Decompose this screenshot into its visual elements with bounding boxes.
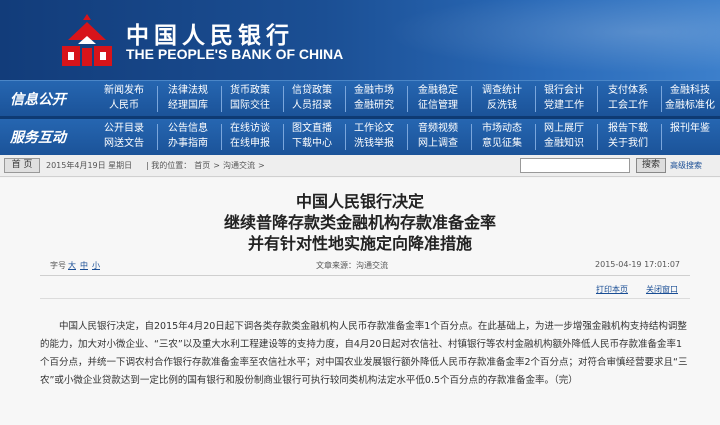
font-size-label: 字号: [50, 261, 66, 270]
nav-link[interactable]: 公开目录: [92, 121, 156, 136]
nav-link[interactable]: 意见征集: [470, 136, 534, 151]
current-date: 2015年4月19日 星期日: [46, 161, 133, 170]
content-divider: [40, 298, 690, 299]
nav-link[interactable]: 新闻发布: [92, 83, 156, 98]
nav-column: 金融市场 金融研究: [342, 83, 408, 113]
nav-column: 图文直播 下载中心: [280, 121, 346, 151]
nav-link[interactable]: 网上展厅: [532, 121, 596, 136]
nav-column: 公告信息 办事指南: [156, 121, 222, 151]
bank-name-cn: 中国人民银行: [126, 22, 294, 49]
nav-link[interactable]: 人民币: [92, 98, 156, 113]
nav-link[interactable]: 办事指南: [156, 136, 220, 151]
nav-link[interactable]: 网上调查: [406, 136, 470, 151]
publish-time: 2015-04-19 17:01:07: [595, 260, 680, 269]
nav-link[interactable]: 在线申报: [218, 136, 282, 151]
nav-column: 信贷政策 人员招录: [280, 83, 346, 113]
nav-link[interactable]: 党建工作: [532, 98, 596, 113]
font-size-medium-link[interactable]: 中: [80, 260, 88, 271]
font-size-small-link[interactable]: 小: [92, 260, 100, 271]
nav-column: 金融科技 金融标准化: [658, 83, 720, 113]
nav-column: 报刊年鉴: [658, 121, 720, 136]
nav-link[interactable]: 经理国库: [156, 98, 220, 113]
nav-link[interactable]: 图文直播: [280, 121, 344, 136]
nav-column: 金融稳定 征信管理: [406, 83, 472, 113]
nav-column: 工作论文 洗钱举报: [342, 121, 408, 151]
nav-link[interactable]: 调查统计: [470, 83, 534, 98]
breadcrumb: | 我的位置： 首页 > 沟通交流 >: [146, 160, 268, 171]
search-button[interactable]: 搜索: [636, 158, 666, 173]
bank-name-en: THE PEOPLE'S BANK OF CHINA: [126, 46, 344, 62]
nav-column: 银行会计 党建工作: [532, 83, 598, 113]
nav-link[interactable]: 金融知识: [532, 136, 596, 151]
nav-link[interactable]: 工作论文: [342, 121, 406, 136]
nav-link[interactable]: 国际交往: [218, 98, 282, 113]
article: 中国人民银行决定 继续普降存款类金融机构存款准备金率 并有针对性地实施定向降准措…: [0, 178, 720, 425]
nav-link[interactable]: 网送文告: [92, 136, 156, 151]
nav-link[interactable]: 金融稳定: [406, 83, 470, 98]
breadcrumb-home[interactable]: 首页: [194, 161, 210, 170]
nav-link[interactable]: 金融科技: [658, 83, 720, 98]
nav-column: 新闻发布 人民币: [92, 83, 158, 113]
breadcrumb-prefix: | 我的位置：: [146, 161, 192, 170]
header-banner: 中国人民银行 THE PEOPLE'S BANK OF CHINA: [0, 0, 720, 80]
breadcrumb-section[interactable]: 沟通交流: [223, 161, 255, 170]
nav-link[interactable]: 金融市场: [342, 83, 406, 98]
nav-link[interactable]: 货币政策: [218, 83, 282, 98]
nav-column: 在线访谈 在线申报: [218, 121, 284, 151]
nav-column: 音频视频 网上调查: [406, 121, 472, 151]
meta-divider: [40, 275, 690, 276]
nav-column: 市场动态 意见征集: [470, 121, 536, 151]
pboc-logo-icon[interactable]: [58, 12, 116, 70]
font-size-large-link[interactable]: 大: [68, 260, 76, 271]
nav-link[interactable]: 支付体系: [596, 83, 660, 98]
nav-column: 调查统计 反洗钱: [470, 83, 536, 113]
breadcrumb-separator: >: [213, 161, 220, 170]
nav-link[interactable]: 报刊年鉴: [658, 121, 720, 136]
nav-link[interactable]: 市场动态: [470, 121, 534, 136]
article-source: 文章来源：沟通交流: [316, 261, 388, 270]
banner-glow: [340, 0, 720, 80]
nav-column: 公开目录 网送文告: [92, 121, 158, 151]
nav-column: 法律法规 经理国库: [156, 83, 222, 113]
home-button[interactable]: 首 页: [4, 158, 40, 173]
article-meta: 字号 大 中 小 文章来源：沟通交流 2015-04-19 17:01:07: [50, 260, 690, 274]
advanced-search-link[interactable]: 高级搜索: [670, 160, 702, 171]
nav-link[interactable]: 在线访谈: [218, 121, 282, 136]
toolbar: 首 页 2015年4月19日 星期日 | 我的位置： 首页 > 沟通交流 > 搜索 高级…: [0, 155, 720, 177]
breadcrumb-end: >: [257, 161, 265, 170]
nav-link[interactable]: 人员招录: [280, 98, 344, 113]
print-page-link[interactable]: 打印本页: [596, 284, 628, 295]
nav-link[interactable]: 银行会计: [532, 83, 596, 98]
nav-column: 网上展厅 金融知识: [532, 121, 598, 151]
article-body: 中国人民银行决定，自2015年4月20日起下调各类存款类金融机构人民币存款准备金…: [40, 321, 688, 386]
nav-column: 报告下载 关于我们: [596, 121, 662, 151]
nav-link[interactable]: 报告下载: [596, 121, 660, 136]
nav-link[interactable]: 音频视频: [406, 121, 470, 136]
article-title-line3: 并有针对性地实施定向降准措施: [247, 234, 472, 253]
search-input[interactable]: [520, 158, 630, 173]
nav-link[interactable]: 信贷政策: [280, 83, 344, 98]
nav-link[interactable]: 金融研究: [342, 98, 406, 113]
nav-link[interactable]: 公告信息: [156, 121, 220, 136]
nav-link[interactable]: 关于我们: [596, 136, 660, 151]
nav-link[interactable]: 征信管理: [406, 98, 470, 113]
nav-link[interactable]: 下载中心: [280, 136, 344, 151]
nav-link[interactable]: 反洗钱: [470, 98, 534, 113]
nav-link[interactable]: 洗钱举报: [342, 136, 406, 151]
nav-column: 货币政策 国际交往: [218, 83, 284, 113]
nav-row1-label: 信息公开: [10, 92, 66, 108]
close-window-link[interactable]: 关闭窗口: [646, 284, 678, 295]
nav-service-interaction: 服务互动 公开目录 网送文告 公告信息 办事指南 在线访谈 在线申报 图文直播 下载中心 工作论…: [0, 119, 720, 155]
nav-link[interactable]: 工会工作: [596, 98, 660, 113]
nav-row2-label: 服务互动: [10, 130, 66, 146]
nav-link[interactable]: 法律法规: [156, 83, 220, 98]
nav-column: 支付体系 工会工作: [596, 83, 662, 113]
nav-info-disclosure: 信息公开 新闻发布 人民币 法律法规 经理国库 货币政策 国际交往 信贷政策 人员招录 金融市场…: [0, 80, 720, 116]
nav-link[interactable]: 金融标准化: [658, 98, 720, 113]
